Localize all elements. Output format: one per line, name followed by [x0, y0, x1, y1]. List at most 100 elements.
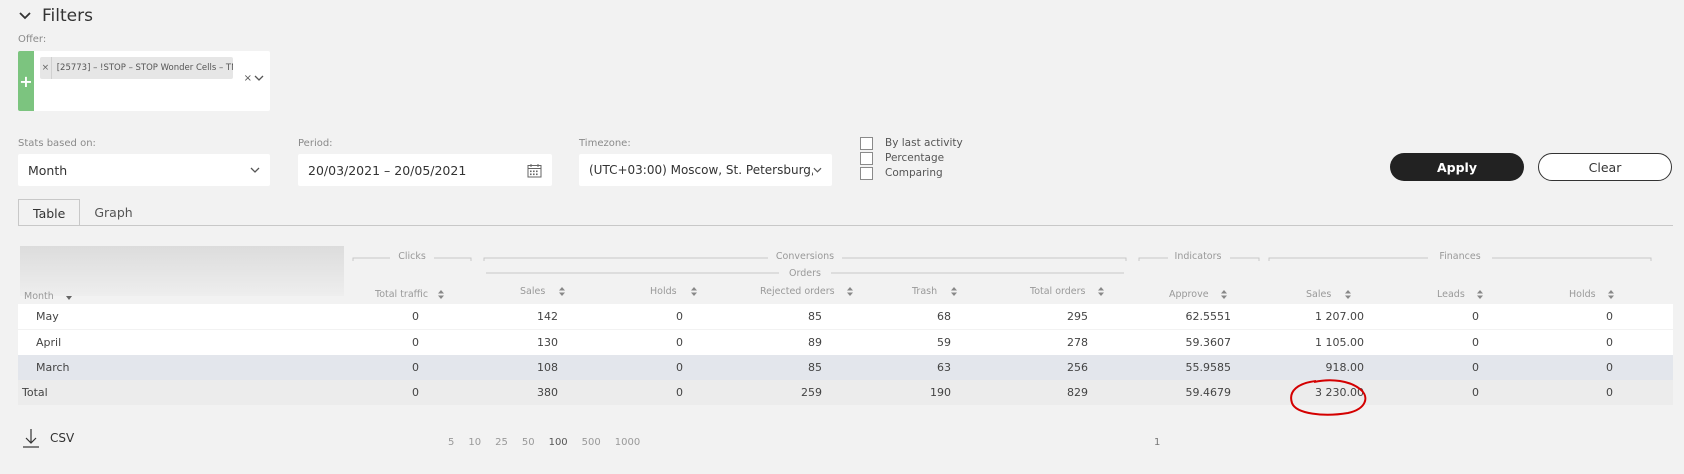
col-label: Month	[24, 291, 54, 302]
cell-finance-sales: 1 105.00	[1315, 336, 1364, 349]
cell-sales: 130	[537, 336, 558, 349]
sort-icon	[1476, 290, 1483, 299]
cell-leads: 0	[1472, 386, 1479, 399]
cell-trash: 190	[930, 386, 951, 399]
col-sales[interactable]: Sales	[520, 286, 566, 297]
page-size-option[interactable]: 10	[468, 437, 481, 448]
chevron-down-icon	[19, 12, 31, 20]
clear-offer-icon[interactable]: ×	[244, 73, 252, 84]
checkbox-box[interactable]	[860, 136, 873, 150]
view-tabs: Table Graph	[18, 199, 147, 226]
checkbox-box[interactable]	[860, 166, 873, 180]
page-size-selector: 5 10 25 50 100 500 1000	[448, 437, 640, 448]
cell-rejected-orders: 85	[808, 310, 822, 323]
cell-total-traffic: 0	[412, 386, 419, 399]
cell-total-orders: 295	[1067, 310, 1088, 323]
col-label: Sales	[1306, 289, 1332, 300]
cell-month: March	[36, 361, 70, 374]
col-approve[interactable]: Approve	[1169, 289, 1227, 300]
tab-graph[interactable]: Graph	[80, 199, 146, 226]
page-size-option[interactable]: 50	[522, 437, 535, 448]
col-label: Holds	[650, 286, 677, 297]
checkbox-box[interactable]	[860, 151, 873, 165]
col-total-orders[interactable]: Total orders	[1030, 286, 1104, 297]
chevron-down-icon[interactable]	[254, 73, 264, 83]
remove-tag-icon[interactable]: ×	[40, 57, 52, 79]
col-label: Approve	[1169, 289, 1209, 300]
col-rejected-orders[interactable]: Rejected orders	[760, 286, 853, 297]
table-row	[18, 330, 1673, 355]
filters-toggle[interactable]: Filters	[18, 6, 93, 26]
col-finance-sales[interactable]: Sales	[1306, 289, 1352, 300]
comparing-checkbox[interactable]: Comparing	[860, 166, 963, 180]
cell-holds: 0	[676, 361, 683, 374]
sort-icon	[951, 287, 958, 296]
table-total-row	[18, 380, 1673, 405]
page-size-option-selected[interactable]: 100	[549, 437, 568, 448]
offer-select[interactable]: + × [25773] – !STOP – STOP Wonder Cells …	[18, 51, 270, 111]
cell-total-traffic: 0	[412, 361, 419, 374]
cell-month: May	[36, 310, 59, 323]
col-trash[interactable]: Trash	[912, 286, 958, 297]
page-size-option[interactable]: 1000	[615, 437, 640, 448]
col-month[interactable]: Month	[24, 291, 72, 302]
period-label: Period:	[298, 138, 333, 149]
page-size-option[interactable]: 500	[582, 437, 601, 448]
cell-finance-sales: 1 207.00	[1315, 310, 1364, 323]
cell-holds: 0	[676, 310, 683, 323]
finances-bracket	[1268, 257, 1652, 261]
col-finance-holds[interactable]: Holds	[1569, 289, 1614, 300]
chevron-down-icon	[250, 167, 260, 173]
csv-label: CSV	[50, 431, 75, 445]
col-label: Trash	[912, 286, 938, 297]
col-label: Sales	[520, 286, 546, 297]
cell-finance-holds: 0	[1606, 386, 1613, 399]
chevron-down-icon	[813, 167, 822, 173]
page-number[interactable]: 1	[1154, 437, 1160, 448]
cell-approve: 62.5551	[1185, 310, 1232, 323]
annotation-circle	[1290, 379, 1367, 416]
csv-export-button[interactable]: CSV	[22, 428, 74, 448]
col-leads[interactable]: Leads	[1437, 289, 1483, 300]
page-size-option[interactable]: 25	[495, 437, 508, 448]
timezone-value: (UTC+03:00) Moscow, St. Petersburg, Is..…	[589, 163, 814, 177]
offer-label: Offer:	[18, 34, 47, 45]
cell-total-orders: 829	[1067, 386, 1088, 399]
filters-title: Filters	[42, 6, 93, 26]
stats-based-on-select[interactable]: Month	[18, 154, 270, 186]
cell-sales: 380	[537, 386, 558, 399]
cell-holds: 0	[676, 336, 683, 349]
page-size-option[interactable]: 5	[448, 437, 454, 448]
offer-tag-label: [25773] – !STOP – STOP Wonder Cells – TN	[56, 63, 233, 73]
apply-button[interactable]: Apply	[1390, 153, 1524, 181]
sort-icon	[690, 287, 697, 296]
calendar-icon[interactable]	[527, 163, 542, 178]
col-label: Rejected orders	[760, 286, 835, 297]
by-last-activity-checkbox[interactable]: By last activity	[860, 136, 963, 150]
cell-leads: 0	[1472, 361, 1479, 374]
tab-table[interactable]: Table	[18, 199, 81, 226]
col-total-traffic[interactable]: Total traffic	[375, 289, 445, 300]
col-label: Holds	[1569, 289, 1596, 300]
col-label: Total traffic	[375, 289, 429, 300]
col-holds[interactable]: Holds	[650, 286, 697, 297]
percentage-checkbox[interactable]: Percentage	[860, 151, 963, 165]
period-input[interactable]: 20/03/2021 – 20/05/2021	[298, 154, 552, 186]
sort-icon	[846, 287, 853, 296]
add-offer-button[interactable]: +	[18, 51, 34, 111]
download-icon	[23, 429, 39, 448]
sort-icon	[438, 290, 445, 299]
cell-trash: 68	[937, 310, 951, 323]
table-row	[18, 355, 1673, 380]
cell-holds: 0	[676, 386, 683, 399]
timezone-select[interactable]: (UTC+03:00) Moscow, St. Petersburg, Is..…	[579, 154, 832, 186]
clear-button[interactable]: Clear	[1538, 153, 1672, 181]
col-label: Leads	[1437, 289, 1465, 300]
cell-finance-holds: 0	[1606, 336, 1613, 349]
cell-finance-holds: 0	[1606, 310, 1613, 323]
cell-rejected-orders: 85	[808, 361, 822, 374]
cell-leads: 0	[1472, 336, 1479, 349]
cell-rejected-orders: 89	[808, 336, 822, 349]
cell-approve: 55.9585	[1185, 361, 1232, 374]
cell-rejected-orders: 259	[801, 386, 822, 399]
